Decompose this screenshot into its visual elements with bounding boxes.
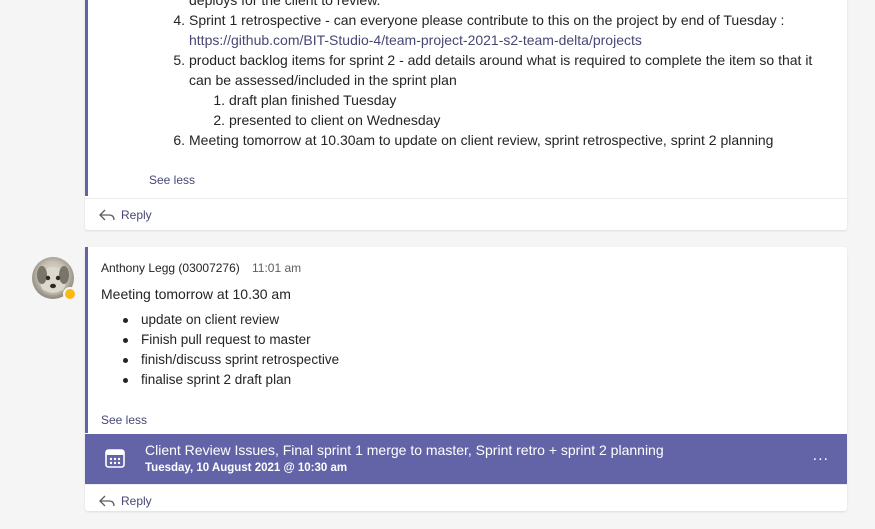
list-number: 4. <box>173 12 185 28</box>
sublist-item-draft: draft plan finished Tuesday <box>229 92 397 108</box>
meeting-card[interactable]: Client Review Issues, Final sprint 1 mer… <box>85 434 847 484</box>
calendar-icon <box>105 449 125 468</box>
reply-arrow-icon <box>99 495 115 507</box>
message-title: Meeting tomorrow at 10.30 am <box>101 286 291 302</box>
list-item-meeting: Meeting tomorrow at 10.30am to update on… <box>189 132 774 148</box>
bullet-item: Finish pull request to master <box>141 332 311 347</box>
meeting-date: Tuesday, 10 August 2021 @ 10:30 am <box>145 462 348 474</box>
away-status-icon <box>63 287 77 301</box>
sublist-item-presented: presented to client on Wednesday <box>229 112 441 128</box>
author-name[interactable]: Anthony Legg (03007276) <box>101 261 240 275</box>
list-item-backlog-cont: can be assessed/included in the sprint p… <box>189 72 457 88</box>
bullet-item: finish/discuss sprint retrospective <box>141 352 340 367</box>
reply-button[interactable]: Reply <box>85 198 847 231</box>
reply-button[interactable]: Reply <box>85 484 847 517</box>
bullet-dot <box>123 358 128 363</box>
list-item-retrospective: Sprint 1 retrospective - can everyone pl… <box>189 12 785 28</box>
see-less-link[interactable]: See less <box>101 413 147 427</box>
github-projects-link[interactable]: https://github.com/BIT-Studio-4/team-pro… <box>189 30 642 50</box>
list-item-continuation: deploys for the client to review. <box>189 0 381 8</box>
message-accent-bar <box>85 247 88 433</box>
list-number: 6. <box>173 132 185 148</box>
bullet-dot <box>123 318 128 323</box>
bullet-item: update on client review <box>141 312 280 327</box>
meeting-title[interactable]: Client Review Issues, Final sprint 1 mer… <box>145 442 664 458</box>
see-less-link[interactable]: See less <box>149 173 195 187</box>
bullet-dot <box>123 378 128 383</box>
bullet-item: finalise sprint 2 draft plan <box>141 372 292 387</box>
message-card-anthony: Anthony Legg (03007276) 11:01 am Meeting… <box>85 247 847 511</box>
more-options-icon[interactable]: ... <box>813 448 829 464</box>
bullet-dot <box>123 338 128 343</box>
sublist-number: 1. <box>213 92 225 108</box>
message-timestamp: 11:01 am <box>252 261 302 275</box>
reply-label: Reply <box>121 208 152 222</box>
message-accent-bar <box>85 0 88 196</box>
sublist-number: 2. <box>213 112 225 128</box>
list-number: 5. <box>173 52 185 68</box>
reply-label: Reply <box>121 494 152 508</box>
reply-arrow-icon <box>99 209 115 221</box>
list-item-backlog: product backlog items for sprint 2 - add… <box>189 52 813 68</box>
message-card-previous: deploys for the client to review. 4. Spr… <box>85 0 847 230</box>
